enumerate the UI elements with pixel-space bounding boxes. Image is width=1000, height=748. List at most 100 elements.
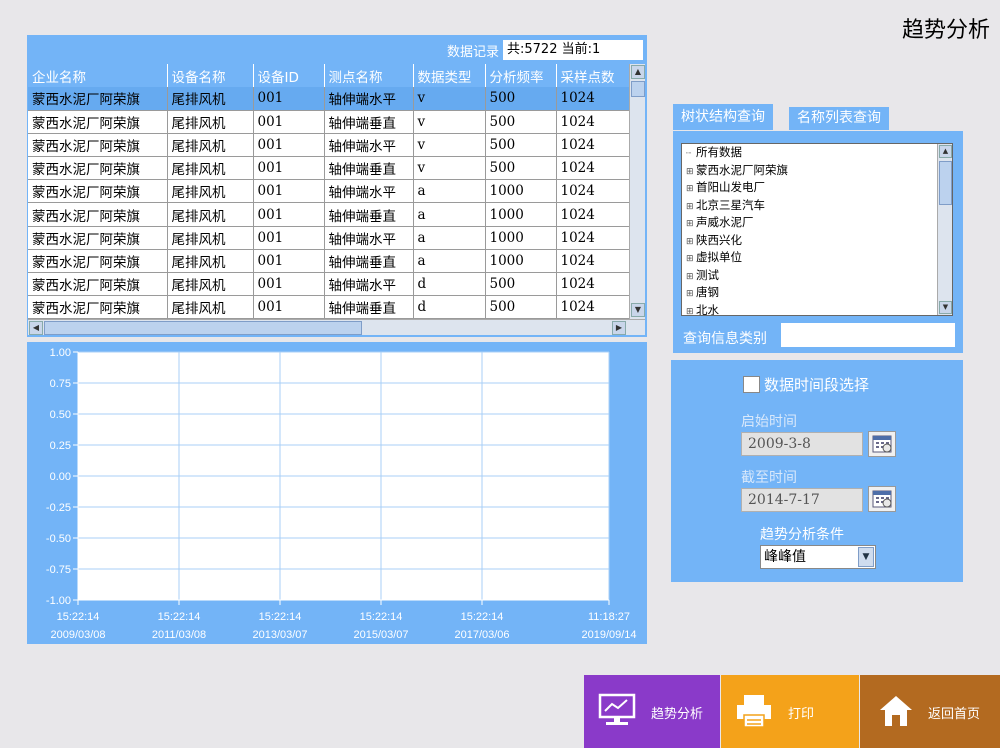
table-cell: 轴伸端水平: [324, 179, 414, 204]
tree-vertical-scrollbar[interactable]: ▲ ▼: [937, 144, 952, 315]
table-cell: 001: [253, 226, 325, 250]
back-home-button[interactable]: 返回首页: [860, 675, 1000, 748]
tree-scroll-up-icon[interactable]: ▲: [939, 145, 952, 158]
table-cell: 500: [485, 156, 557, 181]
table-row[interactable]: 蒙西水泥厂阿荣旗 尾排风机 001 轴伸端垂直 d 500 1024: [28, 295, 629, 319]
table-cell: d: [413, 295, 486, 319]
column-header[interactable]: 分析频率: [485, 64, 557, 87]
expand-plus-icon[interactable]: ⊞: [686, 217, 696, 233]
table-cell: 1024: [556, 87, 629, 111]
table-cell: 500: [485, 295, 557, 319]
tree-view[interactable]: ┈ 所有数据 ⊞ 蒙西水泥厂阿荣旗 ⊞ 首阳山发电厂 ⊞ 北京三星汽车 ⊞ 声威水泥厂 ⊞ 陕西兴化 ⊞…: [681, 143, 953, 316]
tree-item[interactable]: ⊞ 首阳山发电厂: [686, 180, 788, 198]
trend-condition-value: 峰峰值: [764, 549, 806, 565]
tree-item[interactable]: ┈ 所有数据: [686, 145, 788, 163]
expand-plus-icon[interactable]: ⊞: [686, 305, 696, 316]
column-header[interactable]: 设备名称: [167, 64, 254, 87]
table-row[interactable]: 蒙西水泥厂阿荣旗 尾排风机 001 轴伸端垂直 v 500 1024: [28, 156, 629, 181]
scroll-right-icon[interactable]: ▶: [612, 321, 626, 335]
table-row[interactable]: 蒙西水泥厂阿荣旗 尾排风机 001 轴伸端水平 d 500 1024: [28, 272, 629, 297]
tree-query-panel: ┈ 所有数据 ⊞ 蒙西水泥厂阿荣旗 ⊞ 首阳山发电厂 ⊞ 北京三星汽车 ⊞ 声威水泥厂 ⊞ 陕西兴化 ⊞…: [673, 131, 963, 353]
tree-scroll-thumb[interactable]: [939, 161, 952, 205]
table-cell: 1024: [556, 179, 629, 204]
column-header[interactable]: 企业名称: [28, 64, 168, 87]
scroll-thumb[interactable]: [631, 81, 645, 97]
query-type-field[interactable]: [781, 323, 955, 347]
start-calendar-icon[interactable]: [868, 431, 896, 457]
trend-condition-label: 趋势分析条件: [760, 527, 844, 543]
scroll-thumb-horizontal[interactable]: [44, 321, 362, 335]
tree-item[interactable]: ⊞ 蒙西水泥厂阿荣旗: [686, 163, 788, 181]
expand-plus-icon[interactable]: ⊞: [686, 200, 696, 216]
tree-line-icon: ┈: [686, 149, 692, 159]
tab-tree-query[interactable]: 树状结构查询: [673, 104, 773, 130]
table-cell: 1000: [485, 226, 557, 250]
end-time-field[interactable]: 2014-7-17: [741, 488, 863, 512]
tree-item[interactable]: ⊞ 陕西兴化: [686, 233, 788, 251]
y-tick-label: -0.75: [46, 564, 71, 576]
table-row[interactable]: 蒙西水泥厂阿荣旗 尾排风机 001 轴伸端垂直 a 1000 1024: [28, 249, 629, 274]
table-cell: 001: [253, 272, 325, 297]
table-cell: a: [413, 226, 486, 250]
tree-item[interactable]: ⊞ 北京三星汽车: [686, 198, 788, 216]
expand-plus-icon[interactable]: ⊞: [686, 252, 696, 268]
end-calendar-icon[interactable]: [868, 486, 896, 512]
scroll-left-icon[interactable]: ◀: [29, 321, 43, 335]
expand-plus-icon[interactable]: ⊞: [686, 270, 696, 286]
x-tick-time-label: 15:22:14: [259, 611, 302, 623]
column-header[interactable]: 采样点数: [556, 64, 629, 87]
table-row[interactable]: 蒙西水泥厂阿荣旗 尾排风机 001 轴伸端水平 v 500 1024: [28, 87, 629, 111]
tree-item[interactable]: ⊞ 虚拟单位: [686, 250, 788, 268]
trend-analysis-button[interactable]: 趋势分析: [584, 675, 720, 748]
table-cell: 尾排风机: [167, 272, 254, 297]
tree-item-label: 北水: [696, 302, 719, 316]
tree-scroll-down-icon[interactable]: ▼: [939, 301, 952, 314]
tree-item[interactable]: ⊞ 唐钢: [686, 285, 788, 303]
expand-plus-icon[interactable]: ⊞: [686, 165, 696, 181]
table-row[interactable]: 蒙西水泥厂阿荣旗 尾排风机 001 轴伸端垂直 a 1000 1024: [28, 202, 629, 227]
table-cell: 尾排风机: [167, 202, 254, 227]
print-button[interactable]: 打印: [721, 675, 859, 748]
table-cell: 蒙西水泥厂阿荣旗: [28, 272, 168, 297]
column-header[interactable]: 数据类型: [413, 64, 486, 87]
time-range-checkbox[interactable]: [743, 376, 760, 393]
table-row[interactable]: 蒙西水泥厂阿荣旗 尾排风机 001 轴伸端水平 a 1000 1024: [28, 226, 629, 250]
table-cell: 轴伸端水平: [324, 272, 414, 297]
scroll-up-icon[interactable]: ▲: [631, 65, 645, 79]
x-tick-date-label: 2011/03/08: [152, 629, 206, 641]
tree-item[interactable]: ⊞ 声威水泥厂: [686, 215, 788, 233]
x-tick-time-label: 15:22:14: [158, 611, 201, 623]
tree-item[interactable]: ⊞ 北水: [686, 302, 788, 316]
table-cell: 001: [253, 156, 325, 181]
table-cell: 1024: [556, 295, 629, 319]
records-label: 数据记录: [446, 44, 499, 60]
trend-chart: 1.00 0.75 0.50 0.25 0.00 -0.25 -0.50 -0.75 -1.00…: [46, 347, 637, 641]
tree-item[interactable]: ⊞ 测试: [686, 268, 788, 286]
grid-horizontal-scrollbar[interactable]: ◀ ▶: [28, 319, 645, 335]
records-grid[interactable]: 企业名称 设备名称 设备ID 测点名称 数据类型 分析频率 采样点数 蒙西水泥厂阿荣旗 尾排风…: [28, 64, 629, 319]
x-tick-time-label: 15:22:14: [57, 611, 100, 623]
grid-vertical-scrollbar[interactable]: ▲ ▼: [629, 64, 645, 319]
start-time-field[interactable]: 2009-3-8: [741, 432, 863, 456]
y-tick-label: -1.00: [46, 595, 71, 607]
expand-plus-icon[interactable]: ⊞: [686, 235, 696, 251]
trend-condition-select[interactable]: 峰峰值 ▼: [760, 545, 876, 569]
expand-plus-icon[interactable]: ⊞: [686, 287, 696, 303]
table-row[interactable]: 蒙西水泥厂阿荣旗 尾排风机 001 轴伸端水平 a 1000 1024: [28, 179, 629, 204]
records-count: 共:5722 当前:1: [503, 40, 643, 60]
table-cell: 轴伸端垂直: [324, 249, 414, 274]
chevron-down-icon[interactable]: ▼: [858, 547, 874, 567]
table-row[interactable]: 蒙西水泥厂阿荣旗 尾排风机 001 轴伸端水平 v 500 1024: [28, 133, 629, 158]
table-cell: 500: [485, 272, 557, 297]
column-header[interactable]: 测点名称: [324, 64, 414, 87]
tab-name-list-query[interactable]: 名称列表查询: [787, 107, 889, 130]
expand-plus-icon[interactable]: ⊞: [686, 182, 696, 198]
scroll-down-icon[interactable]: ▼: [631, 303, 645, 317]
records-row: 数据记录 共:5722 当前:1: [447, 39, 643, 61]
table-cell: 001: [253, 249, 325, 274]
table-row[interactable]: 蒙西水泥厂阿荣旗 尾排风机 001 轴伸端垂直 v 500 1024: [28, 110, 629, 134]
x-tick-date-label: 2019/09/14: [581, 629, 636, 641]
x-tick-date-label: 2017/03/06: [454, 629, 509, 641]
back-home-label: 返回首页: [928, 707, 981, 722]
column-header[interactable]: 设备ID: [253, 64, 325, 87]
